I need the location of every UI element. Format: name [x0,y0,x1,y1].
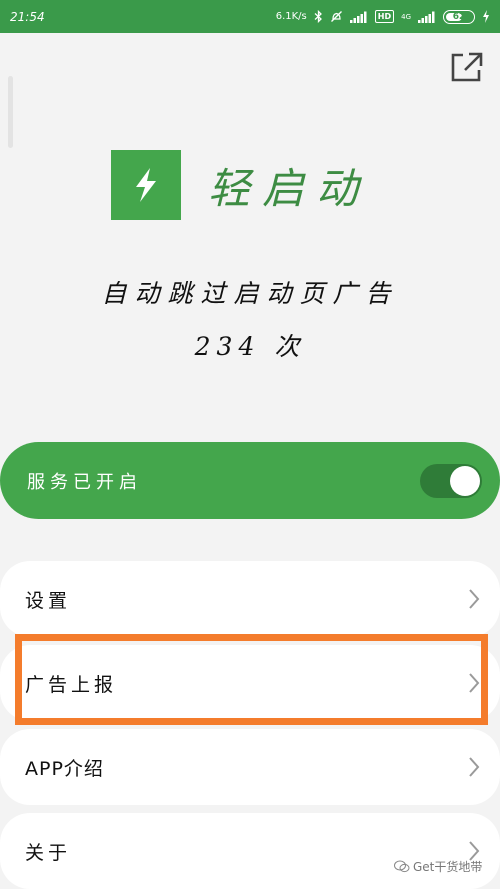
skip-ad-count: 234 次 [194,332,306,361]
status-bar: 21:54 6.1K/s HD 4G 62 [0,0,500,33]
menu-item-app-intro[interactable]: APP介绍 [0,729,500,805]
chevron-right-icon [469,673,480,693]
skip-ad-description: 自动跳过启动页广告 [101,279,399,308]
charging-icon [483,10,489,23]
watermark-text: Get干货地带 [413,860,483,874]
app-logo [111,150,181,220]
lightning-icon [136,168,156,202]
service-status-label: 服务已开启 [27,471,142,493]
signal-icon [349,11,367,23]
app-name: 轻启动 [208,163,371,213]
network-speed: 6.1K/s [275,11,307,22]
service-toggle[interactable] [420,463,482,498]
menu-label-settings: 设置 [25,589,72,612]
scroll-indicator [8,76,13,148]
toggle-knob [450,465,480,496]
network-type: 4G [401,12,411,21]
watermark: Get干货地带 [394,858,482,875]
menu-item-settings[interactable]: 设置 [0,561,500,637]
status-icons: 6.1K/s HD 4G 62 [275,9,490,24]
menu-label-app-intro: APP介绍 [25,757,104,780]
menu-item-about[interactable]: 关于 [0,813,500,889]
alarm-off-icon [330,11,342,22]
hd-badge: HD [374,10,395,23]
menu-label-about: 关于 [25,841,72,864]
battery-indicator: 62 [443,9,475,24]
open-external-icon[interactable] [450,51,484,83]
chevron-right-icon [469,589,480,609]
wechat-icon [394,860,410,873]
battery-level: 62 [452,11,466,22]
service-status-bar: 服务已开启 [0,442,500,519]
chevron-right-icon [469,757,480,777]
menu-label-ad-report: 广告上报 [25,673,118,696]
status-time: 21:54 [10,9,45,24]
menu-item-ad-report[interactable]: 广告上报 [0,645,500,721]
signal-icon-2 [418,11,435,23]
bluetooth-icon [314,10,322,23]
